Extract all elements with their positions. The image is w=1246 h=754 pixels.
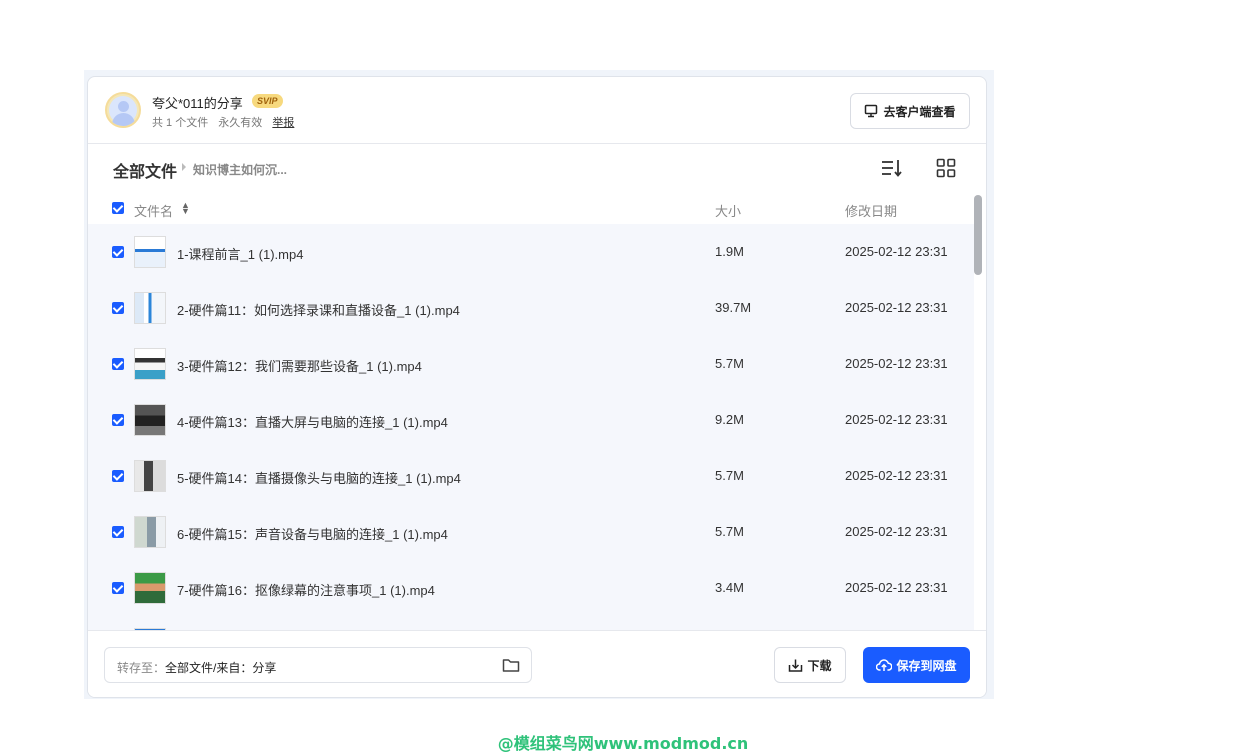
table-row[interactable]: 1-课程前言_1 (1).mp4 1.9M 2025-02-12 23:31 [88,224,974,280]
file-name[interactable]: 6-硬件篇15：声音设备与电脑的连接_1 (1).mp4 [177,524,448,543]
column-date: 修改日期 [845,204,898,219]
file-count: 共 1 个文件 [152,117,209,129]
sort-toggle-icon[interactable]: ▲ ▼ [181,201,190,216]
row-checkbox[interactable] [112,414,124,426]
table-row-partial[interactable] [88,616,974,630]
video-thumbnail [134,404,166,436]
save-footer: 转存至： 全部文件/来自：分享 下载 保存到网盘 [88,630,986,697]
file-size: 9.2M [715,412,744,427]
row-checkbox[interactable] [112,470,124,482]
table-row[interactable]: 4-硬件篇13：直播大屏与电脑的连接_1 (1).mp4 9.2M 2025-0… [88,392,974,448]
breadcrumb-root[interactable]: 全部文件 [113,158,177,182]
column-header: 文件名 ▲ ▼ 大小 修改日期 [88,192,974,224]
avatar [105,92,141,128]
column-size: 大小 [715,204,742,219]
select-all-checkbox[interactable] [112,202,124,214]
row-checkbox[interactable] [112,302,124,314]
file-size: 3.4M [715,580,744,595]
file-date: 2025-02-12 23:31 [845,244,948,259]
table-row[interactable]: 3-硬件篇12：我们需要那些设备_1 (1).mp4 5.7M 2025-02-… [88,336,974,392]
file-size: 5.7M [715,468,744,483]
file-name[interactable]: 4-硬件篇13：直播大屏与电脑的连接_1 (1).mp4 [177,412,448,431]
file-size: 1.9M [715,244,744,259]
file-name[interactable]: 3-硬件篇12：我们需要那些设备_1 (1).mp4 [177,356,422,375]
file-name[interactable]: 5-硬件篇14：直播摄像头与电脑的连接_1 (1).mp4 [177,468,461,487]
validity: 永久有效 [218,117,263,129]
row-checkbox[interactable] [112,246,124,258]
row-checkbox[interactable] [112,526,124,538]
save-path-value: 全部文件/来自：分享 [165,661,277,675]
share-meta: 共 1 个文件 永久有效 举报 [152,114,301,130]
save-to-drive-button[interactable]: 保存到网盘 [863,647,970,683]
file-date: 2025-02-12 23:31 [845,356,948,371]
save-path-selector[interactable]: 转存至： 全部文件/来自：分享 [104,647,532,683]
download-icon [789,659,803,672]
file-date: 2025-02-12 23:31 [845,524,948,539]
scrollbar-thumb[interactable] [974,195,982,275]
download-label: 下载 [807,658,832,673]
share-header: 夸父*011的分享 SVIP 共 1 个文件 永久有效 举报 去客户端查看 [88,77,986,144]
grid-view-icon[interactable] [936,158,956,178]
table-row[interactable]: 6-硬件篇15：声音设备与电脑的连接_1 (1).mp4 5.7M 2025-0… [88,504,974,560]
row-checkbox[interactable] [112,358,124,370]
file-list: 1-课程前言_1 (1).mp4 1.9M 2025-02-12 23:31 2… [88,224,974,630]
folder-icon[interactable] [502,657,520,673]
video-thumbnail [134,572,166,604]
file-size: 39.7M [715,300,752,315]
table-row[interactable]: 7-硬件篇16：抠像绿幕的注意事项_1 (1).mp4 3.4M 2025-02… [88,560,974,616]
share-title: 夸父*011的分享 [152,96,243,111]
watermark: @模组菜鸟网www.modmod.cn [497,734,749,753]
file-date: 2025-02-12 23:31 [845,412,948,427]
download-button[interactable]: 下载 [774,647,846,683]
share-panel-backdrop: 夸父*011的分享 SVIP 共 1 个文件 永久有效 举报 去客户端查看 全部… [84,70,994,699]
file-name[interactable]: 7-硬件篇16：抠像绿幕的注意事项_1 (1).mp4 [177,580,435,599]
file-toolbar: 全部文件 知识博主如何沉... [88,144,986,192]
file-name[interactable]: 2-硬件篇11：如何选择录课和直播设备_1 (1).mp4 [177,300,460,319]
table-row[interactable]: 5-硬件篇14：直播摄像头与电脑的连接_1 (1).mp4 5.7M 2025-… [88,448,974,504]
save-to-drive-label: 保存到网盘 [896,658,957,673]
file-date: 2025-02-12 23:31 [845,468,948,483]
open-client-button[interactable]: 去客户端查看 [850,93,970,129]
report-link[interactable]: 举报 [272,117,294,129]
svip-badge: SVIP [252,94,283,108]
file-size: 5.7M [715,356,744,371]
column-name[interactable]: 文件名 [134,201,173,220]
video-thumbnail [134,516,166,548]
breadcrumb-separator-icon [182,163,186,171]
cloud-upload-icon [876,659,893,671]
file-size: 5.7M [715,524,744,539]
video-thumbnail [134,236,166,268]
open-client-label: 去客户端查看 [883,104,956,119]
file-name[interactable]: 1-课程前言_1 (1).mp4 [177,244,303,263]
row-checkbox[interactable] [112,582,124,594]
share-panel: 夸父*011的分享 SVIP 共 1 个文件 永久有效 举报 去客户端查看 全部… [87,76,987,698]
video-thumbnail [134,460,166,492]
file-date: 2025-02-12 23:31 [845,580,948,595]
save-path-label: 转存至： [117,661,166,675]
table-row[interactable]: 2-硬件篇11：如何选择录课和直播设备_1 (1).mp4 39.7M 2025… [88,280,974,336]
file-date: 2025-02-12 23:31 [845,300,948,315]
breadcrumb-current: 知识博主如何沉... [193,163,288,177]
video-thumbnail [134,292,166,324]
sort-icon[interactable] [881,158,903,178]
video-thumbnail [134,348,166,380]
monitor-icon [865,104,878,118]
